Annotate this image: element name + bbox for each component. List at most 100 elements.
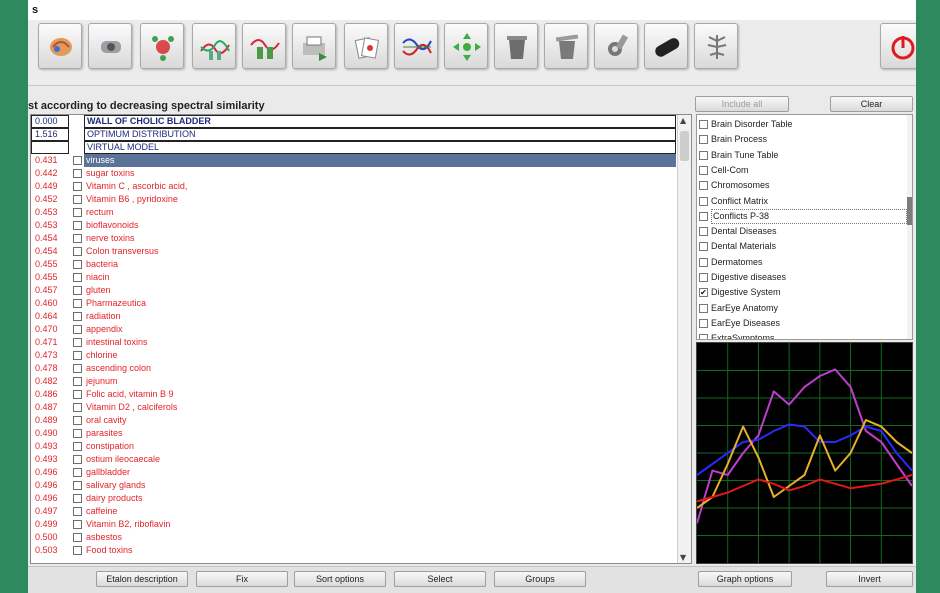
toolbar-button-capsule[interactable] (644, 23, 688, 69)
category-item[interactable]: Cell-Com (699, 163, 905, 178)
table-row[interactable]: 0.453 rectum (31, 206, 677, 219)
table-row[interactable]: 0.486 Folic acid, vitamin B 9 (31, 388, 677, 401)
row-checkbox[interactable] (73, 429, 82, 438)
row-checkbox[interactable] (73, 247, 82, 256)
toolbar-button-waveform-compare[interactable] (394, 23, 438, 69)
select-button[interactable]: Select (394, 571, 486, 587)
category-checkbox[interactable] (699, 181, 708, 191)
row-checkbox[interactable] (73, 520, 82, 529)
table-row[interactable]: VIRTUAL MODEL (31, 141, 677, 154)
scroll-thumb[interactable] (680, 131, 689, 161)
row-checkbox[interactable] (73, 533, 82, 542)
row-checkbox[interactable] (73, 377, 82, 386)
category-scroll-thumb[interactable] (907, 197, 912, 225)
table-row[interactable]: 0.496 dairy products (31, 492, 677, 505)
row-checkbox[interactable] (73, 390, 82, 399)
table-row[interactable]: 0.455 niacin (31, 271, 677, 284)
category-item[interactable]: Conflicts P-38 (699, 208, 907, 224)
table-row[interactable]: 0.453 bioflavonoids (31, 219, 677, 232)
category-checkbox[interactable] (699, 242, 708, 252)
table-row[interactable]: 0.470 appendix (31, 323, 677, 336)
row-checkbox[interactable] (73, 481, 82, 490)
category-checkbox[interactable] (699, 303, 708, 313)
table-row[interactable]: 0.460 Pharmazeutica (31, 297, 677, 310)
table-row[interactable]: 0.457 gluten (31, 284, 677, 297)
category-item[interactable]: Brain Disorder Table (699, 117, 905, 132)
toolbar-button-container[interactable] (494, 23, 538, 69)
category-list[interactable]: Brain Disorder Table Brain Process Brain T… (696, 114, 913, 340)
table-row[interactable]: 0.442 sugar toxins (31, 167, 677, 180)
category-checkbox[interactable] (699, 273, 708, 282)
category-checkbox[interactable] (699, 135, 708, 145)
toolbar-button-cross-arrows[interactable] (444, 23, 488, 69)
category-item[interactable]: Conflict Matrix (699, 194, 905, 209)
category-item[interactable]: Dental Diseases (699, 224, 905, 239)
toolbar-button-spectrum-men[interactable] (192, 23, 236, 69)
table-row[interactable]: 0.471 intestinal toxins (31, 336, 677, 349)
toolbar-button-power[interactable] (880, 23, 916, 69)
toolbar-button-molecule[interactable] (140, 23, 184, 69)
category-item[interactable]: Digestive diseases (699, 270, 905, 285)
invert-button[interactable]: Invert (826, 571, 913, 587)
row-checkbox[interactable] (73, 312, 82, 321)
table-row[interactable]: 0.473 chlorine (31, 349, 677, 362)
category-checkbox[interactable] (699, 120, 708, 129)
row-checkbox[interactable] (73, 221, 82, 230)
table-row[interactable]: 0.464 radiation (31, 310, 677, 323)
toolbar-button-container-open[interactable] (544, 23, 588, 69)
category-checkbox[interactable] (699, 211, 708, 221)
row-checkbox[interactable] (73, 416, 82, 425)
category-item[interactable]: Chromosomes (699, 178, 905, 193)
toolbar-button-nerve-tree[interactable] (694, 23, 738, 69)
fix-button[interactable]: Fix (196, 571, 288, 587)
table-row[interactable]: 0.455 bacteria (31, 258, 677, 271)
category-checkbox[interactable] (699, 334, 708, 339)
toolbar-button-cards[interactable] (344, 23, 388, 69)
table-row[interactable]: 0.489 oral cavity (31, 414, 677, 427)
category-item[interactable]: ExtraSymptoms (699, 331, 905, 339)
graph-options-button[interactable]: Graph options (698, 571, 792, 587)
etalon-description-button[interactable]: Etalon description (96, 571, 188, 587)
row-checkbox[interactable] (73, 195, 82, 204)
row-checkbox[interactable] (73, 286, 82, 295)
table-row[interactable]: 0.454 nerve toxins (31, 232, 677, 245)
row-checkbox[interactable] (73, 325, 82, 334)
table-row[interactable]: 0.497 caffeine (31, 505, 677, 518)
category-item[interactable]: Brain Tune Table (699, 148, 905, 163)
groups-button[interactable]: Groups (494, 571, 586, 587)
category-checkbox[interactable] (699, 196, 708, 206)
category-item[interactable]: Dermatomes (699, 255, 905, 270)
table-row[interactable]: 0.496 gallbladder (31, 466, 677, 479)
table-row[interactable]: 0.478 ascending colon (31, 362, 677, 375)
toolbar-button-print-export[interactable] (292, 23, 336, 69)
list-scrollbar[interactable]: ▲ ▼ (677, 115, 691, 563)
row-checkbox[interactable] (73, 156, 82, 165)
scroll-up-arrow-icon[interactable]: ▲ (680, 116, 686, 125)
table-row[interactable]: 0.431 viruses (31, 154, 677, 167)
category-item[interactable]: Brain Process (699, 132, 905, 147)
row-checkbox[interactable] (73, 494, 82, 503)
row-checkbox[interactable] (73, 273, 82, 282)
category-item[interactable]: EarEye Diseases (699, 316, 905, 331)
table-row[interactable]: 0.503 Food toxins (31, 544, 677, 557)
row-checkbox[interactable] (73, 442, 82, 451)
toolbar-button-brain-scan[interactable] (38, 23, 82, 69)
row-checkbox[interactable] (73, 403, 82, 412)
category-checkbox[interactable] (699, 165, 708, 175)
row-checkbox[interactable] (73, 546, 82, 555)
table-row[interactable]: 0.487 Vitamin D2 , calciferols (31, 401, 677, 414)
row-checkbox[interactable] (73, 468, 82, 477)
similarity-list[interactable]: ▲ ▼ 0.000 WALL OF CHOLIC BLADDER 1.516 OPTI… (30, 114, 692, 564)
table-row[interactable]: 0.493 ostium ileocaecale (31, 453, 677, 466)
table-row[interactable]: 0.482 jejunum (31, 375, 677, 388)
row-checkbox[interactable] (73, 208, 82, 217)
clear-button[interactable]: Clear (830, 96, 913, 112)
table-row[interactable]: 0.454 Colon transversus (31, 245, 677, 258)
table-row[interactable]: 0.449 Vitamin C , ascorbic acid, (31, 180, 677, 193)
table-row[interactable]: 0.000 WALL OF CHOLIC BLADDER (31, 115, 677, 128)
table-row[interactable]: 0.493 constipation (31, 440, 677, 453)
toolbar-button-spectrum-pair[interactable] (242, 23, 286, 69)
table-row[interactable]: 0.500 asbestos (31, 531, 677, 544)
row-checkbox[interactable] (73, 507, 82, 516)
include-all-button[interactable]: Include all (695, 96, 789, 112)
